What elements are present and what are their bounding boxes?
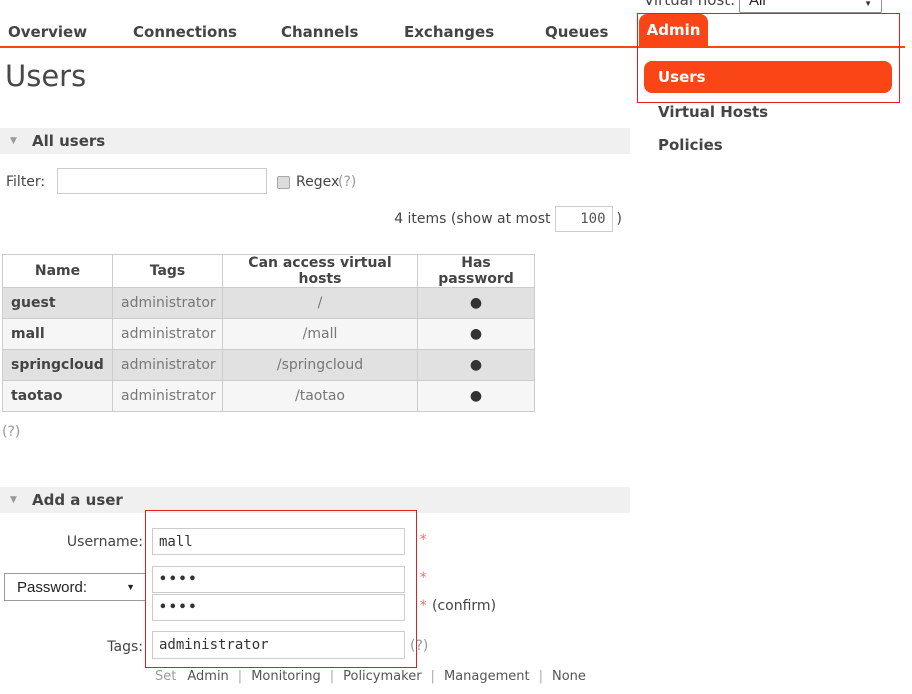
- filter-input[interactable]: [57, 168, 267, 194]
- table-help-link[interactable]: (?): [2, 424, 20, 440]
- tab-admin-active[interactable]: Admin: [639, 14, 708, 48]
- tab-queues[interactable]: Queues: [545, 23, 608, 41]
- table-header-row: Name Tags Can access virtual hosts Has p…: [3, 255, 535, 288]
- tag-presets-row: Set Admin | Monitoring | Policymaker | M…: [155, 669, 586, 684]
- confirm-label: (confirm): [432, 598, 496, 614]
- collapse-triangle-icon: ▼: [10, 136, 17, 146]
- set-option-policymaker[interactable]: Policymaker: [343, 669, 421, 684]
- all-users-section-title: All users: [32, 132, 105, 150]
- set-option-monitoring[interactable]: Monitoring: [251, 669, 321, 684]
- has-password-dot-icon: ●: [418, 319, 535, 350]
- required-asterisk: *: [419, 570, 427, 586]
- regex-label: Regex: [296, 174, 339, 190]
- table-row: guest administrator / ●: [3, 288, 535, 319]
- required-asterisk: *: [419, 598, 427, 614]
- regex-checkbox[interactable]: [277, 176, 290, 189]
- filter-label: Filter:: [6, 174, 45, 190]
- set-label: Set: [155, 669, 176, 684]
- virtual-host-label: Virtual host:: [644, 0, 735, 9]
- user-vhosts-cell: /: [223, 288, 418, 319]
- sidebar-item-users-active[interactable]: Users: [644, 61, 892, 93]
- show-at-most-input[interactable]: [555, 206, 613, 232]
- all-users-section-header[interactable]: ▼ All users: [0, 128, 630, 154]
- virtual-host-select[interactable]: All ▼: [739, 0, 882, 13]
- regex-help-link[interactable]: (?): [338, 174, 356, 190]
- table-row: taotao administrator /taotao ●: [3, 381, 535, 412]
- items-count-text: 4 items (show at most: [394, 211, 550, 227]
- tab-overview[interactable]: Overview: [8, 23, 87, 41]
- user-name-link[interactable]: guest: [3, 288, 113, 319]
- add-user-section-title: Add a user: [32, 491, 123, 509]
- required-asterisk: *: [419, 532, 427, 548]
- items-count-row: 4 items (show at most ): [370, 206, 622, 232]
- has-password-dot-icon: ●: [418, 381, 535, 412]
- users-table: Name Tags Can access virtual hosts Has p…: [2, 254, 535, 412]
- items-count-suffix: ): [617, 211, 622, 227]
- user-name-link[interactable]: mall: [3, 319, 113, 350]
- rabbitmq-users-page: { "topbar": { "virtual_host_label": "Vir…: [0, 0, 912, 694]
- password-type-select[interactable]: Password: ▼: [4, 573, 146, 601]
- user-vhosts-cell: /mall: [223, 319, 418, 350]
- user-vhosts-cell: /taotao: [223, 381, 418, 412]
- user-tags-cell: administrator: [113, 381, 223, 412]
- tab-channels[interactable]: Channels: [281, 23, 358, 41]
- has-password-dot-icon: ●: [418, 288, 535, 319]
- collapse-triangle-icon: ▼: [10, 495, 17, 505]
- tags-label: Tags:: [0, 639, 143, 655]
- user-vhosts-cell: /springcloud: [223, 350, 418, 381]
- set-option-none[interactable]: None: [552, 669, 586, 684]
- column-header-name: Name: [3, 255, 113, 288]
- nav-underline: [0, 46, 905, 48]
- tab-exchanges[interactable]: Exchanges: [404, 23, 494, 41]
- password-confirm-input[interactable]: [152, 594, 405, 621]
- column-header-vhosts: Can access virtual hosts: [223, 255, 418, 288]
- separator: |: [539, 669, 543, 684]
- tags-input[interactable]: [152, 631, 405, 659]
- tags-help-link[interactable]: (?): [410, 638, 428, 654]
- sidebar-item-policies[interactable]: Policies: [658, 136, 723, 154]
- user-tags-cell: administrator: [113, 350, 223, 381]
- add-user-section-header[interactable]: ▼ Add a user: [0, 487, 630, 513]
- column-header-has-password: Has password: [418, 255, 535, 288]
- column-header-tags: Tags: [113, 255, 223, 288]
- table-row: mall administrator /mall ●: [3, 319, 535, 350]
- username-label: Username:: [0, 534, 143, 550]
- user-tags-cell: administrator: [113, 319, 223, 350]
- password-input[interactable]: [152, 566, 405, 593]
- separator: |: [330, 669, 334, 684]
- chevron-down-icon: ▼: [126, 582, 135, 592]
- table-row: springcloud administrator /springcloud ●: [3, 350, 535, 381]
- separator: |: [238, 669, 242, 684]
- sidebar-item-virtual-hosts[interactable]: Virtual Hosts: [658, 103, 768, 121]
- user-name-link[interactable]: springcloud: [3, 350, 113, 381]
- username-input[interactable]: [152, 528, 405, 555]
- user-name-link[interactable]: taotao: [3, 381, 113, 412]
- virtual-host-selected-value: All: [749, 0, 766, 9]
- has-password-dot-icon: ●: [418, 350, 535, 381]
- set-option-admin[interactable]: Admin: [187, 669, 228, 684]
- separator: |: [431, 669, 435, 684]
- page-title: Users: [5, 59, 86, 93]
- tab-connections[interactable]: Connections: [133, 23, 237, 41]
- user-tags-cell: administrator: [113, 288, 223, 319]
- set-option-management[interactable]: Management: [444, 669, 530, 684]
- password-type-selected-value: Password:: [17, 579, 87, 596]
- chevron-down-icon: ▼: [864, 0, 872, 8]
